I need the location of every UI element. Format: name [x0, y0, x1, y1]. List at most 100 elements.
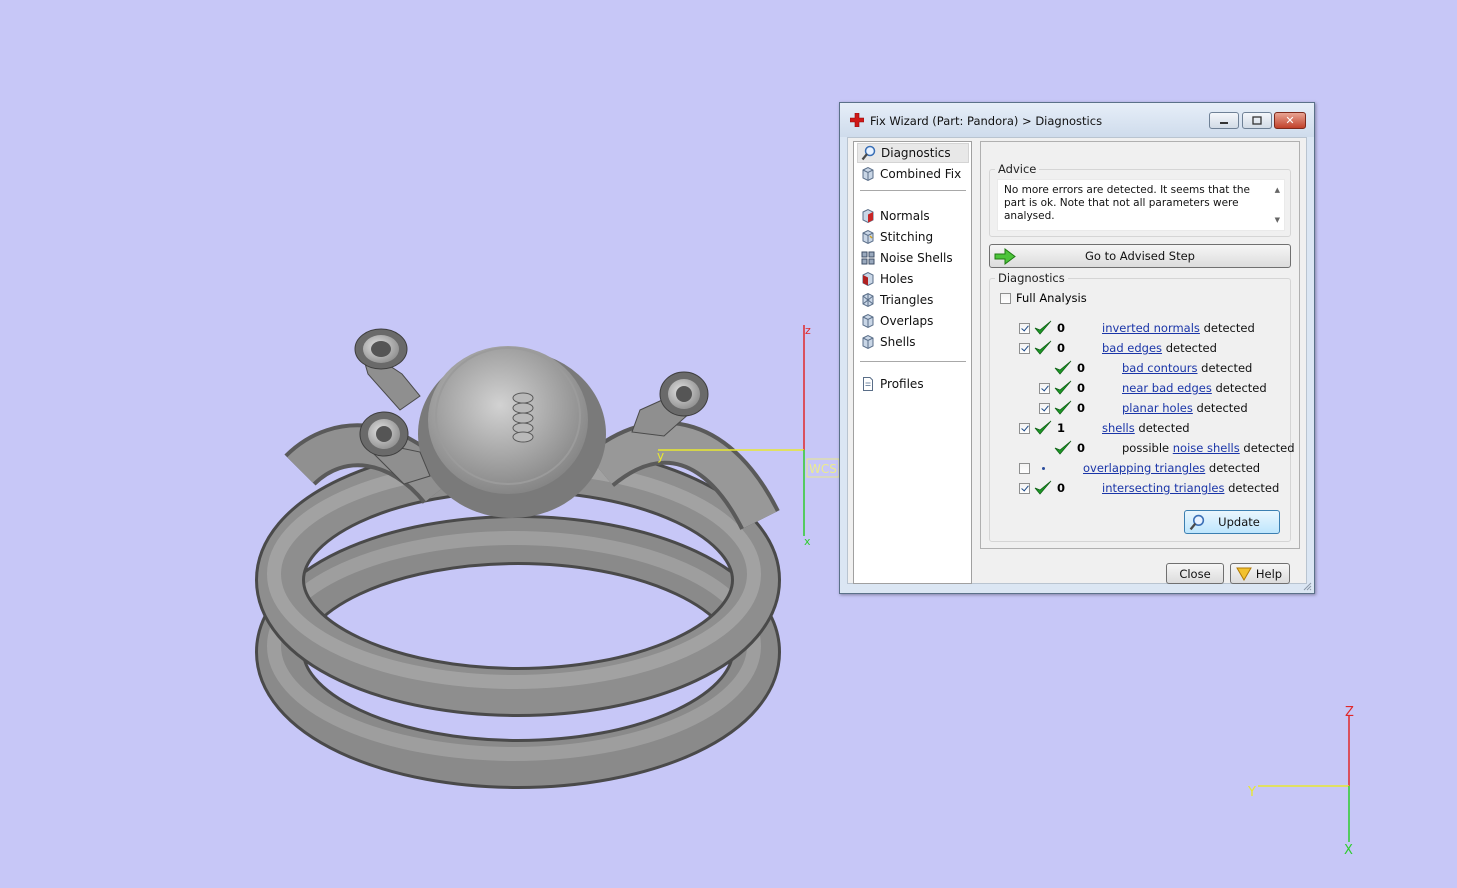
advised-step-label: Go to Advised Step	[1085, 249, 1195, 263]
diagnostic-row: 0 intersecting triangles detected	[1019, 479, 1279, 497]
diagnostic-label: bad edges detected	[1102, 341, 1217, 355]
nav-item-noise-shells[interactable]: Noise Shells	[857, 248, 969, 268]
diagnostic-checkbox[interactable]	[1019, 422, 1030, 434]
minimize-icon	[1210, 113, 1238, 128]
green-check-icon	[1034, 320, 1052, 335]
green-check-icon	[1054, 400, 1072, 415]
advice-title: Advice	[995, 162, 1040, 176]
normals-cube-icon	[860, 208, 876, 224]
diagnostic-row: 0 bad edges detected	[1019, 339, 1217, 357]
nav-label: Overlaps	[880, 314, 934, 328]
diagnostic-count: 0	[1057, 481, 1066, 495]
close-label: Close	[1179, 566, 1211, 581]
diagnostic-count: 0	[1057, 341, 1066, 355]
green-arrow-icon	[994, 248, 1016, 265]
world-axes-indicator: Z Y X	[1247, 705, 1354, 858]
diagnostic-row: 1 shells detected	[1019, 419, 1190, 437]
diagnostic-row: 0 possible noise shells detected	[1019, 439, 1295, 457]
minimize-button[interactable]	[1209, 112, 1239, 129]
nav-item-holes[interactable]: Holes	[857, 269, 969, 289]
nav-item-normals[interactable]: Normals	[857, 206, 969, 226]
diagnostic-link[interactable]: intersecting triangles	[1102, 481, 1224, 495]
diagnostic-checkbox[interactable]	[1019, 322, 1030, 334]
advice-group: Advice No more errors are detected. It s…	[989, 162, 1291, 237]
pending-dot-icon	[1042, 466, 1045, 470]
diagnostic-label: overlapping triangles detected	[1083, 461, 1261, 475]
scroll-down-icon[interactable]: ▼	[1275, 214, 1280, 227]
nav-item-stitching[interactable]: Stitching	[857, 227, 969, 247]
close-window-button[interactable]: ✕	[1274, 112, 1306, 129]
diagnostic-row: overlapping triangles detected	[1019, 459, 1260, 477]
diagnostic-label: intersecting triangles detected	[1102, 481, 1280, 495]
world-axis-x-label: X	[1344, 843, 1353, 858]
diagnostic-checkbox[interactable]	[1019, 462, 1030, 474]
magnifier-icon	[861, 145, 877, 161]
full-analysis-label: Full Analysis	[1016, 291, 1087, 305]
noise-shells-icon	[860, 250, 876, 266]
stitching-cube-icon	[860, 229, 876, 245]
diagnostic-count: 1	[1057, 421, 1066, 435]
wizard-nav: Diagnostics Combined Fix Normals Stitchi	[853, 141, 972, 584]
diagnostic-link[interactable]: planar holes	[1122, 401, 1193, 415]
green-check-icon	[1034, 480, 1052, 495]
diagnostic-link[interactable]: shells	[1102, 421, 1135, 435]
red-cross-icon	[850, 113, 864, 127]
holes-cube-icon	[860, 271, 876, 287]
help-funnel-icon	[1236, 567, 1252, 581]
nav-label: Profiles	[880, 377, 924, 391]
diagnostic-link[interactable]: inverted normals	[1102, 321, 1200, 335]
diagnostic-label: possible noise shells detected	[1122, 441, 1295, 455]
help-button[interactable]: Help	[1230, 563, 1290, 584]
go-to-advised-step-button[interactable]: Go to Advised Step	[989, 244, 1291, 268]
full-analysis-checkbox-row[interactable]: Full Analysis	[1000, 289, 1087, 307]
cube-icon	[860, 166, 876, 182]
update-button[interactable]: Update	[1184, 510, 1280, 534]
scroll-up-icon[interactable]: ▲	[1275, 184, 1280, 197]
nav-item-shells[interactable]: Shells	[857, 332, 969, 352]
nav-item-overlaps[interactable]: Overlaps	[857, 311, 969, 331]
resize-grip-icon[interactable]	[1302, 581, 1312, 591]
maximize-button[interactable]	[1242, 112, 1272, 129]
nav-item-diagnostics[interactable]: Diagnostics	[857, 143, 969, 163]
shells-cube-icon	[860, 334, 876, 350]
diagnostic-count: 0	[1077, 361, 1086, 375]
diagnostic-count: 0	[1077, 441, 1086, 455]
triangles-cube-icon	[860, 292, 876, 308]
close-button[interactable]: Close	[1166, 563, 1224, 584]
diagnostic-checkbox[interactable]	[1019, 482, 1030, 494]
nav-item-profiles[interactable]: Profiles	[857, 374, 969, 394]
dialog-body: Diagnostics Combined Fix Normals Stitchi	[847, 137, 1307, 584]
axis-y-label: y	[657, 449, 664, 463]
window-title: Fix Wizard (Part: Pandora) > Diagnostics	[870, 114, 1103, 128]
overlaps-cube-icon	[860, 313, 876, 329]
green-check-icon	[1034, 340, 1052, 355]
diagnostic-link[interactable]: bad contours	[1122, 361, 1198, 375]
nav-item-triangles[interactable]: Triangles	[857, 290, 969, 310]
diagnostic-label: shells detected	[1102, 421, 1190, 435]
nav-label: Stitching	[880, 230, 934, 244]
green-check-icon	[1054, 440, 1072, 455]
diagnostic-link[interactable]: noise shells	[1173, 441, 1240, 455]
nav-label: Diagnostics	[881, 146, 951, 160]
nav-item-combined-fix[interactable]: Combined Fix	[857, 164, 969, 184]
diagnostic-link[interactable]: bad edges	[1102, 341, 1162, 355]
advice-textbox[interactable]: No more errors are detected. It seems th…	[997, 179, 1285, 231]
update-label: Update	[1218, 515, 1260, 529]
diagnostic-checkbox[interactable]	[1019, 342, 1030, 354]
magnifier-icon	[1189, 514, 1205, 531]
diagnostics-panel: Advice No more errors are detected. It s…	[980, 141, 1300, 549]
title-bar[interactable]: Fix Wizard (Part: Pandora) > Diagnostics…	[840, 103, 1314, 137]
diagnostic-row: 0 near bad edges detected	[1019, 379, 1267, 397]
diagnostic-row: 0 inverted normals detected	[1019, 319, 1255, 337]
green-check-icon	[1034, 420, 1052, 435]
diagnostic-row: 0 bad contours detected	[1019, 359, 1252, 377]
full-analysis-checkbox[interactable]	[1000, 292, 1011, 304]
diagnostic-checkbox[interactable]	[1039, 402, 1050, 414]
diagnostic-link[interactable]: near bad edges	[1122, 381, 1212, 395]
document-icon	[860, 376, 876, 392]
nav-label: Normals	[880, 209, 930, 223]
diagnostic-checkbox[interactable]	[1039, 382, 1050, 394]
diagnostic-link[interactable]: overlapping triangles	[1083, 461, 1205, 475]
nav-label: Triangles	[880, 293, 934, 307]
maximize-icon	[1243, 113, 1271, 128]
